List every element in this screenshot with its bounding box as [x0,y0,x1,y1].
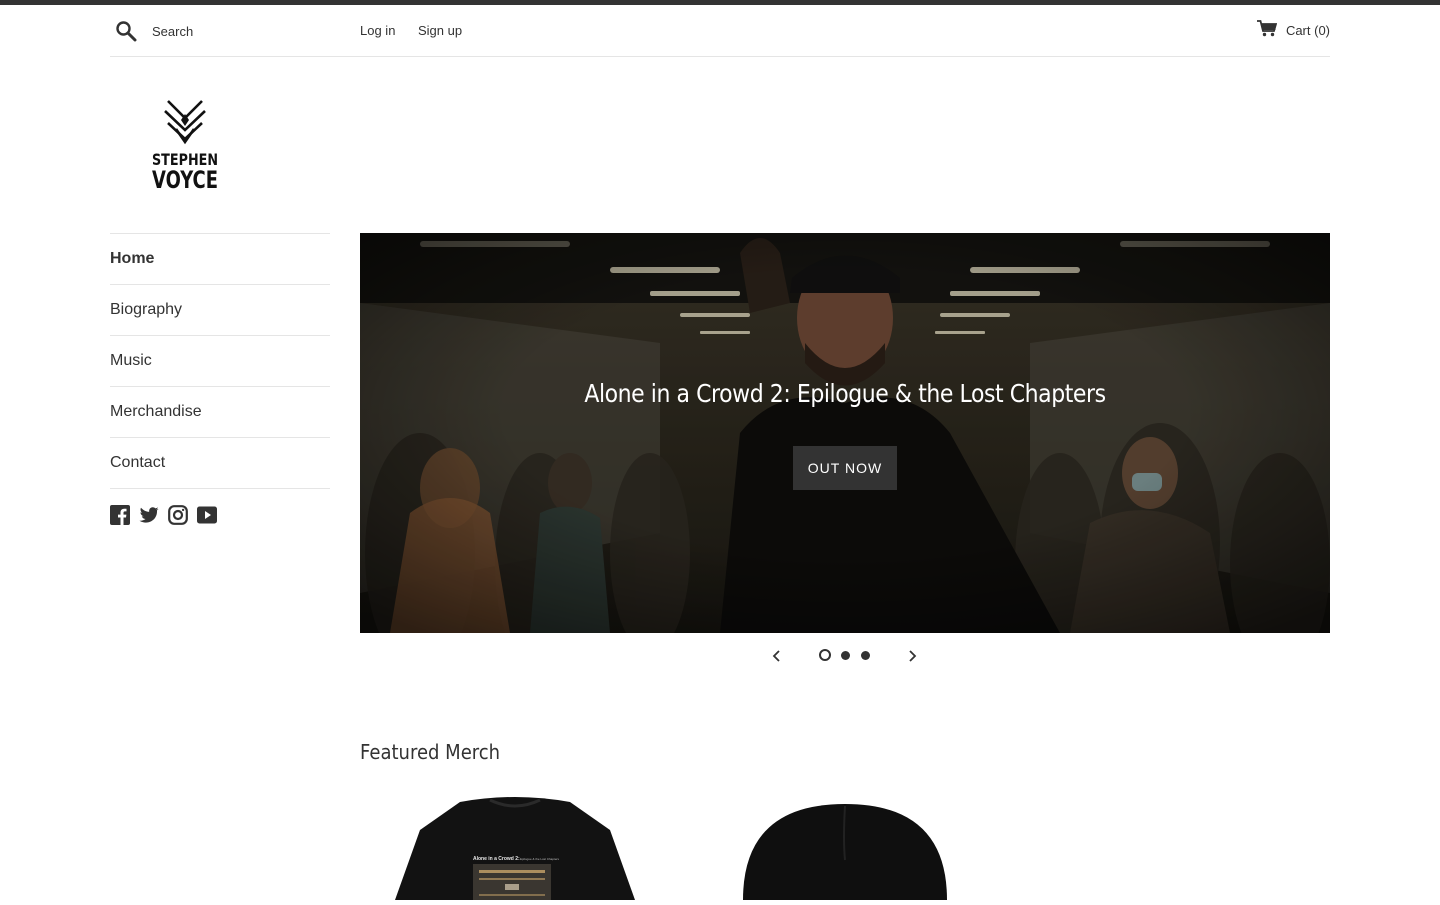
slide-dot-3[interactable] [861,651,870,660]
youtube-icon[interactable] [197,505,217,525]
social-links [110,505,217,525]
product-tshirt[interactable]: Alone in a Crowd 2: Epilogue & the Lost … [385,790,645,900]
hero-slideshow: Alone in a Crowd 2: Epilogue & the Lost … [360,233,1330,633]
cart-label: Cart (0) [1285,22,1330,38]
instagram-icon[interactable] [168,505,188,525]
sidebar-nav: Home Biography Music Merchandise Contact [110,233,330,489]
login-link[interactable]: Log in [360,23,395,38]
chevron-right-icon[interactable] [905,649,919,663]
slide-dot-1[interactable] [819,649,831,661]
chevron-left-icon[interactable] [770,649,784,663]
nav-item-biography[interactable]: Biography [110,284,330,335]
product-tshirt-image: Alone in a Crowd 2: Epilogue & the Lost … [395,797,635,900]
shirt-print-title: Alone in a Crowd 2: [473,856,520,862]
signup-link[interactable]: Sign up [418,23,462,38]
featured-heading: Featured Merch [360,740,501,764]
top-header: Log in Sign up Cart (0) [110,5,1330,57]
logo-line2: VOYCE [152,166,218,192]
out-now-button[interactable]: OUT NOW [793,446,897,490]
hero-title: Alone in a Crowd 2: Epilogue & the Lost … [584,379,1106,408]
slideshow-controls [760,645,930,667]
site-logo[interactable]: STEPHEN VOYCE [148,98,222,194]
nav-item-merchandise[interactable]: Merchandise [110,386,330,437]
shirt-print-subtitle: Epilogue & the Lost Chapters [520,857,560,861]
facebook-icon[interactable] [110,505,130,525]
nav-item-music[interactable]: Music [110,335,330,386]
nav-item-contact[interactable]: Contact [110,437,330,489]
search-icon[interactable] [115,20,139,44]
search-input[interactable] [152,19,342,43]
nav-item-home[interactable]: Home [110,233,330,284]
cart-icon [1256,20,1286,40]
product-beanie[interactable] [715,790,975,900]
cart-link[interactable]: Cart (0) [1256,19,1330,41]
hero-image [360,233,1330,633]
slide-dot-2[interactable] [841,651,850,660]
twitter-icon[interactable] [139,505,159,525]
product-beanie-image [743,804,947,900]
